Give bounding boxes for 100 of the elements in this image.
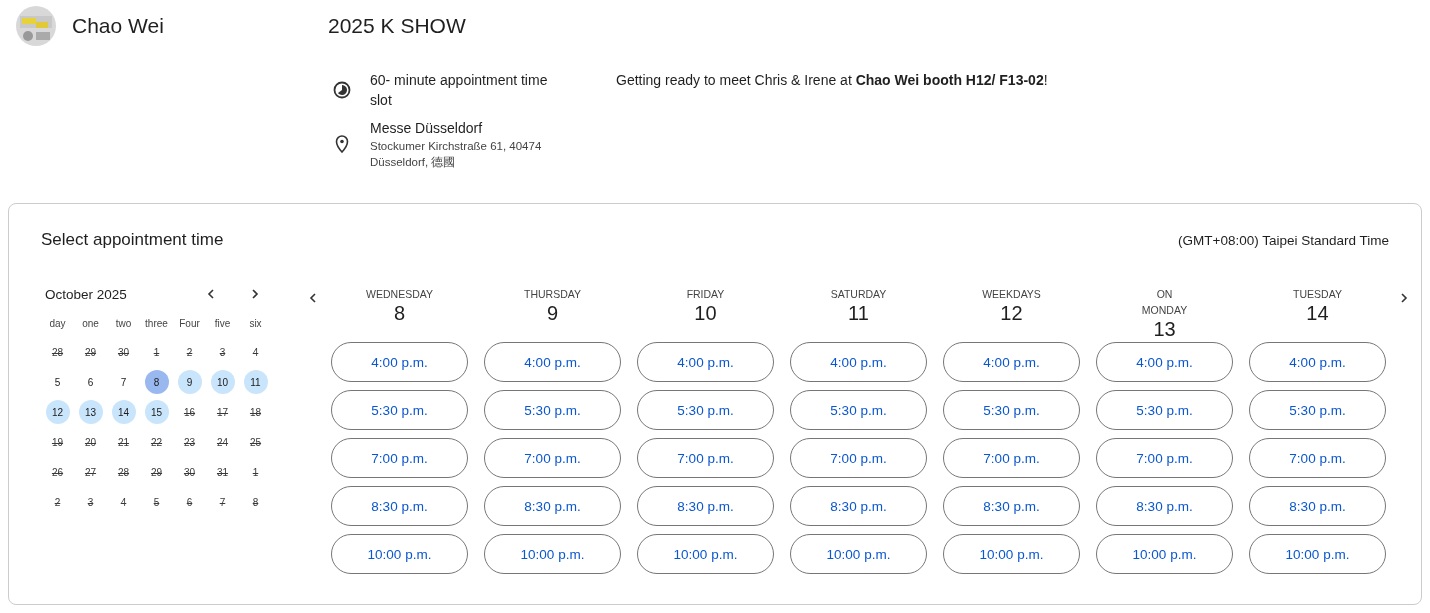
- calendar-day[interactable]: 6: [78, 370, 103, 394]
- calendar-day[interactable]: 9: [177, 370, 202, 394]
- calendar-day[interactable]: 4: [243, 340, 268, 364]
- organizer-name: Chao Wei: [72, 14, 164, 38]
- calendar-day[interactable]: 24: [210, 430, 235, 454]
- weekday-label: WEDNESDAY: [366, 287, 433, 302]
- calendar-day[interactable]: 4: [111, 490, 136, 514]
- time-slot-button[interactable]: 5:30 p.m.: [1096, 390, 1233, 430]
- calendar-day[interactable]: 8: [243, 490, 268, 514]
- weekday-label: THURSDAY: [524, 287, 581, 302]
- time-slot-button[interactable]: 5:30 p.m.: [637, 390, 774, 430]
- chevron-right-icon: [249, 288, 261, 300]
- weekday-label: two: [115, 317, 132, 331]
- weekday-label: one: [82, 317, 99, 331]
- calendar-day[interactable]: 6: [177, 490, 202, 514]
- time-slot-button[interactable]: 8:30 p.m.: [1249, 486, 1386, 526]
- calendar-day[interactable]: 8: [144, 370, 169, 394]
- calendar-day[interactable]: 30: [111, 340, 136, 364]
- time-slot-button[interactable]: 4:00 p.m.: [790, 342, 927, 382]
- calendar-day[interactable]: 22: [144, 430, 169, 454]
- calendar-day[interactable]: 11: [243, 370, 268, 394]
- time-slot-button[interactable]: 4:00 p.m.: [943, 342, 1080, 382]
- weekday-label: FRIDAY: [686, 287, 725, 302]
- date-number: 10: [694, 302, 717, 324]
- calendar-day[interactable]: 13: [78, 400, 103, 424]
- time-slot-button[interactable]: 5:30 p.m.: [790, 390, 927, 430]
- time-slot-button[interactable]: 8:30 p.m.: [790, 486, 927, 526]
- calendar-day[interactable]: 25: [243, 430, 268, 454]
- calendar-day[interactable]: 21: [111, 430, 136, 454]
- calendar-day[interactable]: 5: [45, 370, 70, 394]
- chevron-left-icon: [205, 288, 217, 300]
- calendar-day[interactable]: 29: [78, 340, 103, 364]
- event-description: Getting ready to meet Chris & Irene at Chao Wei booth H12/ F13-02!: [616, 71, 1048, 90]
- calendar-day[interactable]: 30: [177, 460, 202, 484]
- time-slot-button[interactable]: 7:00 p.m.: [331, 438, 468, 478]
- time-slot-button[interactable]: 5:30 p.m.: [331, 390, 468, 430]
- time-slot-button[interactable]: 7:00 p.m.: [1249, 438, 1386, 478]
- time-slot-button[interactable]: 7:00 p.m.: [637, 438, 774, 478]
- calendar-day[interactable]: 16: [177, 400, 202, 424]
- time-slot-button[interactable]: 10:00 p.m.: [484, 534, 621, 574]
- time-slot-button[interactable]: 4:00 p.m.: [1096, 342, 1233, 382]
- duration-text: 60- minute appointment time slot: [370, 71, 549, 110]
- time-slot-button[interactable]: 7:00 p.m.: [790, 438, 927, 478]
- calendar-day[interactable]: 28: [45, 340, 70, 364]
- calendar-day[interactable]: 10: [210, 370, 235, 394]
- calendar-day[interactable]: 17: [210, 400, 235, 424]
- weekday-label: six: [249, 317, 262, 331]
- calendar-day[interactable]: 15: [144, 400, 169, 424]
- weekday-label: SATURDAY: [830, 287, 887, 302]
- calendar-day[interactable]: 28: [111, 460, 136, 484]
- chevron-right-icon: [1398, 292, 1410, 304]
- time-slot-button[interactable]: 10:00 p.m.: [790, 534, 927, 574]
- weekday-label: Four: [179, 317, 200, 331]
- calendar-day[interactable]: 3: [210, 340, 235, 364]
- calendar-day[interactable]: 5: [144, 490, 169, 514]
- time-slot-button[interactable]: 10:00 p.m.: [1096, 534, 1233, 574]
- time-slot-button[interactable]: 7:00 p.m.: [943, 438, 1080, 478]
- calendar-day[interactable]: 12: [45, 400, 70, 424]
- date-number: 13: [1153, 318, 1176, 340]
- time-slot-button[interactable]: 5:30 p.m.: [1249, 390, 1386, 430]
- calendar-day[interactable]: 1: [144, 340, 169, 364]
- time-slot-button[interactable]: 8:30 p.m.: [331, 486, 468, 526]
- time-slot-button[interactable]: 7:00 p.m.: [1096, 438, 1233, 478]
- timezone-label: (GMT+08:00) Taipei Standard Time: [1178, 232, 1389, 248]
- calendar-day[interactable]: 7: [210, 490, 235, 514]
- location-address: Stockumer Kirchstraße 61, 40474 Düsseldorf, 德國: [370, 139, 543, 170]
- time-slot-button[interactable]: 7:00 p.m.: [484, 438, 621, 478]
- calendar-day[interactable]: 2: [45, 490, 70, 514]
- calendar-day[interactable]: 1: [243, 460, 268, 484]
- chevron-left-icon: [307, 292, 319, 304]
- time-slot-button[interactable]: 8:30 p.m.: [1096, 486, 1233, 526]
- date-number: 11: [848, 302, 869, 324]
- time-slot-button[interactable]: 8:30 p.m.: [637, 486, 774, 526]
- time-slot-button[interactable]: 10:00 p.m.: [1249, 534, 1386, 574]
- calendar-day[interactable]: 23: [177, 430, 202, 454]
- calendar-day[interactable]: 2: [177, 340, 202, 364]
- time-slot-button[interactable]: 8:30 p.m.: [484, 486, 621, 526]
- calendar-day[interactable]: 26: [45, 460, 70, 484]
- time-slot-button[interactable]: 4:00 p.m.: [331, 342, 468, 382]
- calendar-day[interactable]: 31: [210, 460, 235, 484]
- calendar-day[interactable]: 29: [144, 460, 169, 484]
- section-title: Select appointment time: [41, 230, 224, 250]
- date-number: 14: [1306, 302, 1329, 324]
- time-slot-button[interactable]: 10:00 p.m.: [943, 534, 1080, 574]
- calendar-day[interactable]: 20: [78, 430, 103, 454]
- time-slot-button[interactable]: 5:30 p.m.: [943, 390, 1080, 430]
- calendar-day[interactable]: 27: [78, 460, 103, 484]
- time-slot-button[interactable]: 5:30 p.m.: [484, 390, 621, 430]
- time-slot-button[interactable]: 10:00 p.m.: [331, 534, 468, 574]
- calendar-day[interactable]: 7: [111, 370, 136, 394]
- time-slot-button[interactable]: 4:00 p.m.: [1249, 342, 1386, 382]
- calendar-day[interactable]: 3: [78, 490, 103, 514]
- time-slot-button[interactable]: 10:00 p.m.: [637, 534, 774, 574]
- weekday-label: ON MONDAY: [1141, 287, 1188, 318]
- time-slot-button[interactable]: 8:30 p.m.: [943, 486, 1080, 526]
- time-slot-button[interactable]: 4:00 p.m.: [484, 342, 621, 382]
- time-slot-button[interactable]: 4:00 p.m.: [637, 342, 774, 382]
- calendar-day[interactable]: 19: [45, 430, 70, 454]
- calendar-day[interactable]: 18: [243, 400, 268, 424]
- calendar-day[interactable]: 14: [111, 400, 136, 424]
